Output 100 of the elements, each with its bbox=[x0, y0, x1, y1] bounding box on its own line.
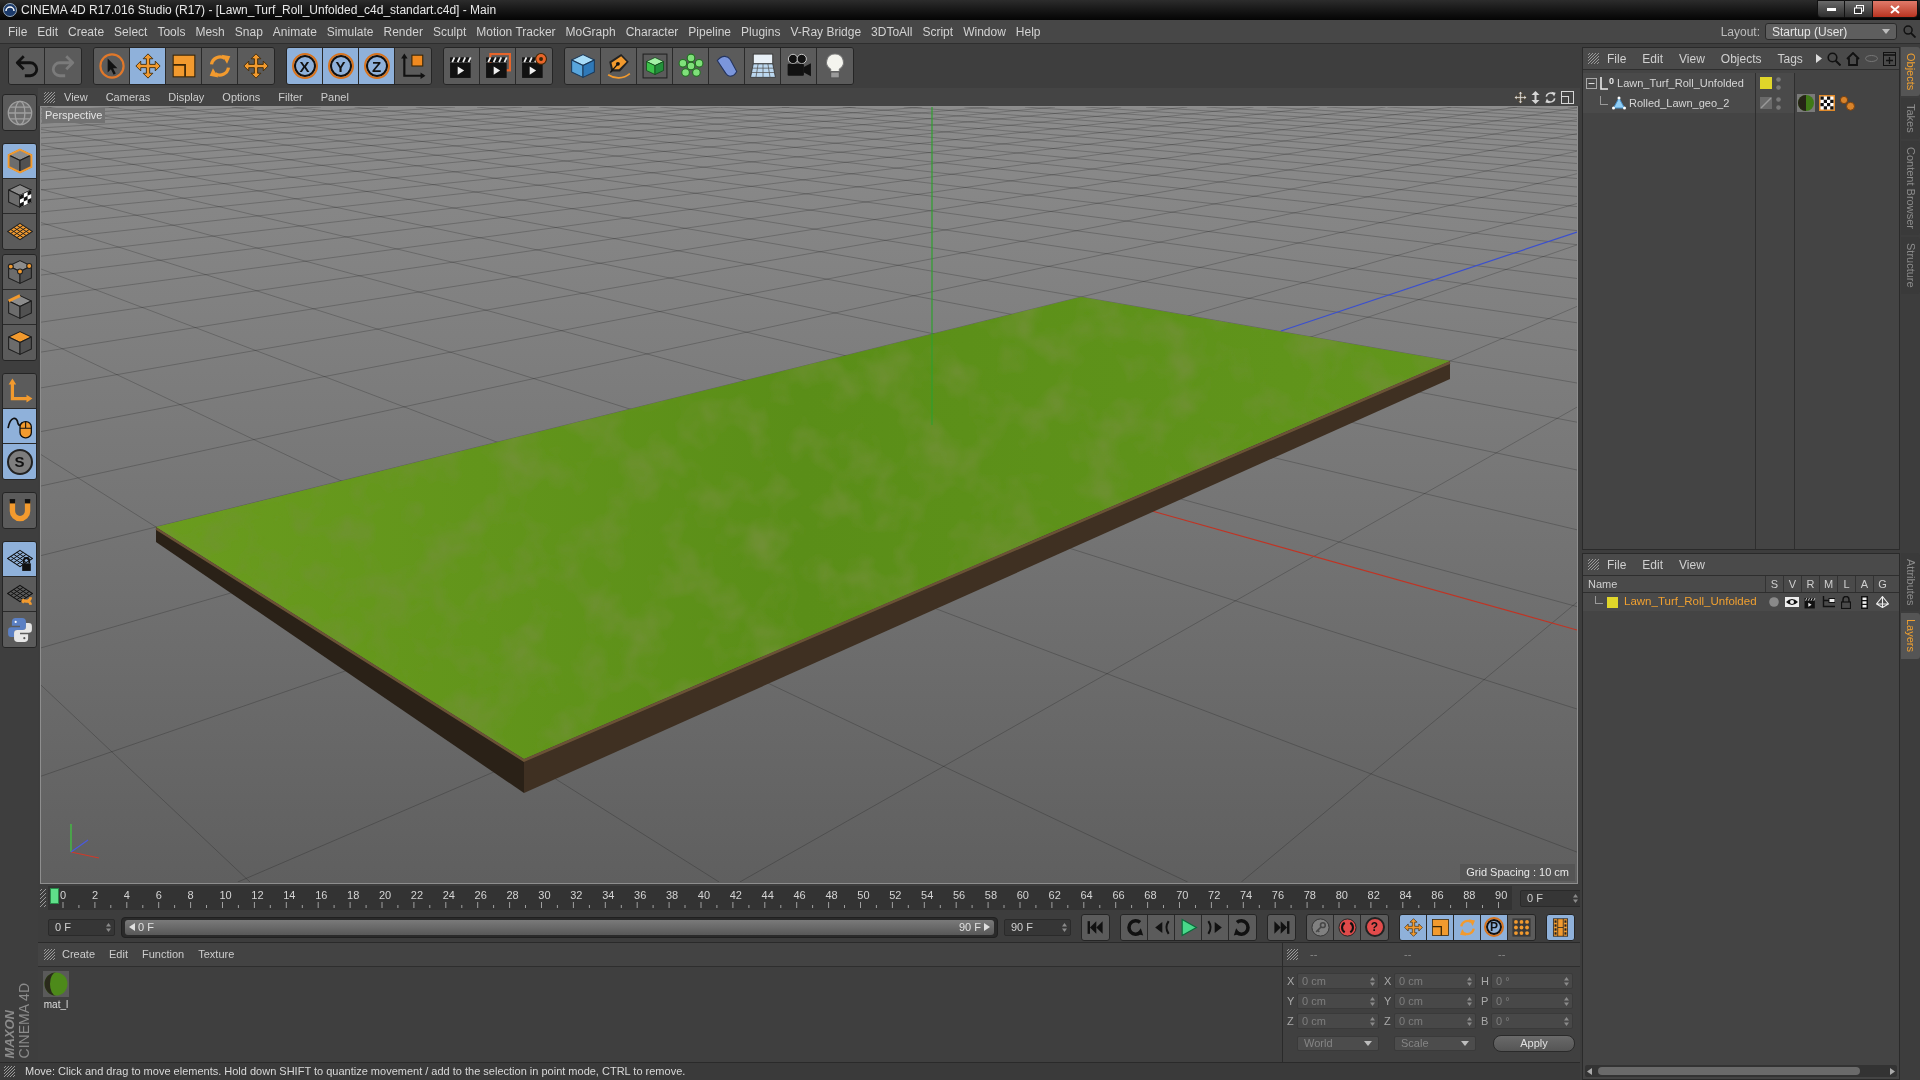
menu-item[interactable]: Character bbox=[620, 20, 684, 43]
menu-item[interactable]: Snap bbox=[229, 20, 268, 43]
menu-item[interactable]: Window bbox=[958, 20, 1011, 43]
live-select-button[interactable] bbox=[94, 48, 130, 84]
autokey-button[interactable] bbox=[1334, 914, 1361, 940]
menu-item[interactable]: File bbox=[3, 20, 33, 43]
snap-button[interactable]: S bbox=[3, 444, 36, 479]
rotate-button[interactable] bbox=[202, 48, 238, 84]
menu-item[interactable]: Edit bbox=[32, 20, 64, 43]
menu-item[interactable]: Function bbox=[135, 945, 192, 964]
menu-item[interactable]: File bbox=[1599, 48, 1635, 69]
light-button[interactable] bbox=[817, 48, 853, 84]
frame-field[interactable]: 0 F bbox=[1520, 889, 1582, 907]
restore-button[interactable] bbox=[1845, 0, 1872, 18]
menu-item[interactable]: Plugins bbox=[736, 20, 786, 43]
workplane-mode-button[interactable] bbox=[3, 214, 36, 249]
floor-button[interactable] bbox=[745, 48, 781, 84]
minimize-button[interactable] bbox=[1817, 0, 1845, 18]
pen-button[interactable] bbox=[601, 48, 637, 84]
cube-button[interactable] bbox=[565, 48, 601, 84]
move-button[interactable] bbox=[130, 48, 166, 84]
play-button[interactable] bbox=[1175, 914, 1202, 940]
render-settings-button[interactable] bbox=[516, 48, 552, 84]
menu-item[interactable]: Create bbox=[55, 945, 103, 964]
python-button[interactable] bbox=[3, 612, 36, 647]
menu-item[interactable]: Edit bbox=[1634, 48, 1672, 69]
menu-item[interactable]: Mesh bbox=[190, 20, 230, 43]
menu-item[interactable]: 3DToAll bbox=[866, 20, 918, 43]
menu-item[interactable]: Display bbox=[159, 88, 214, 106]
menu-item[interactable]: Create bbox=[63, 20, 110, 43]
scrollbar-thumb[interactable] bbox=[1598, 1067, 1860, 1075]
position-button[interactable] bbox=[1400, 914, 1427, 940]
menu-item[interactable]: Pipeline bbox=[683, 20, 737, 43]
menu-item[interactable]: Cameras bbox=[96, 88, 160, 106]
menu-item[interactable]: View bbox=[1671, 554, 1713, 575]
playhead-marker[interactable] bbox=[50, 888, 59, 904]
last-tool-button[interactable] bbox=[238, 48, 274, 84]
menu-item[interactable]: V-Ray Bridge bbox=[785, 20, 867, 43]
polygons-mode-button[interactable] bbox=[3, 325, 36, 360]
menu-item[interactable]: Filter bbox=[269, 88, 312, 106]
axis-button[interactable]: Y bbox=[323, 48, 359, 84]
object-name[interactable]: Lawn_Turf_Roll_Unfolded bbox=[1617, 77, 1744, 89]
render-view-button[interactable] bbox=[444, 48, 480, 84]
menu-item[interactable]: File bbox=[1599, 554, 1635, 575]
go-start-button[interactable] bbox=[1081, 913, 1110, 941]
frame-field[interactable]: 90 F bbox=[1004, 918, 1071, 936]
menu-item[interactable]: Objects bbox=[1712, 48, 1770, 69]
point-level-button[interactable] bbox=[1508, 914, 1535, 940]
points-mode-button[interactable] bbox=[3, 255, 36, 290]
prev-key-button[interactable] bbox=[1121, 914, 1148, 940]
menu-item[interactable]: Tools bbox=[152, 20, 191, 43]
menu-item[interactable]: Edit bbox=[102, 945, 135, 964]
menu-item[interactable]: Texture bbox=[191, 945, 242, 964]
render-picture-button[interactable] bbox=[480, 48, 516, 84]
layout-dropdown[interactable]: Startup (User) bbox=[1765, 23, 1897, 40]
parameter-button[interactable]: P bbox=[1481, 914, 1508, 940]
bend-button[interactable] bbox=[709, 48, 745, 84]
workplane-rotate-button[interactable] bbox=[3, 577, 36, 612]
axis-button[interactable]: Z bbox=[359, 48, 395, 84]
edges-mode-button[interactable] bbox=[3, 290, 36, 325]
axis-mode-button[interactable] bbox=[3, 374, 36, 409]
frame-field[interactable]: 0 F bbox=[48, 918, 115, 936]
make-editable-button[interactable] bbox=[2, 94, 37, 131]
scale-button[interactable] bbox=[1427, 914, 1454, 940]
menu-item[interactable]: Animate bbox=[267, 20, 322, 43]
menu-item[interactable]: Simulate bbox=[321, 20, 379, 43]
menu-item[interactable]: Help bbox=[1010, 20, 1046, 43]
menu-item[interactable]: MoGraph bbox=[560, 20, 621, 43]
menu-item[interactable]: Render bbox=[378, 20, 428, 43]
menu-item[interactable]: Select bbox=[109, 20, 153, 43]
locked-workplane-button[interactable] bbox=[3, 542, 36, 577]
menu-item[interactable]: View bbox=[1671, 48, 1713, 69]
scale-button[interactable] bbox=[166, 48, 202, 84]
texture-mode-button[interactable] bbox=[3, 179, 36, 214]
tweak-mode-button[interactable] bbox=[3, 409, 36, 444]
camera-button[interactable] bbox=[781, 48, 817, 84]
horizontal-scrollbar[interactable] bbox=[1585, 1065, 1897, 1077]
menu-item[interactable]: Edit bbox=[1634, 554, 1672, 575]
rotation-button[interactable] bbox=[1454, 914, 1481, 940]
model-mode-button[interactable] bbox=[3, 144, 36, 179]
magnet-button[interactable] bbox=[2, 492, 37, 529]
next-key-button[interactable] bbox=[1229, 914, 1256, 940]
menu-item[interactable]: View bbox=[55, 88, 97, 106]
cloner-button[interactable] bbox=[673, 48, 709, 84]
menu-item[interactable]: Script bbox=[917, 20, 959, 43]
subdivision-button[interactable] bbox=[637, 48, 673, 84]
layer-color-swatch[interactable] bbox=[1760, 77, 1772, 89]
axis-button[interactable]: X bbox=[287, 48, 323, 84]
layer-color-swatch[interactable] bbox=[1607, 596, 1618, 608]
close-button[interactable] bbox=[1872, 0, 1918, 18]
go-end-button[interactable] bbox=[1267, 913, 1296, 941]
undo-button[interactable] bbox=[9, 48, 45, 84]
panel-tab[interactable]: Layers bbox=[1901, 613, 1920, 659]
menu-item[interactable]: Sculpt bbox=[427, 20, 472, 43]
menu-item[interactable]: Tags bbox=[1769, 48, 1811, 69]
film-strip-button[interactable] bbox=[1546, 913, 1575, 941]
menu-item[interactable]: Motion Tracker bbox=[471, 20, 561, 43]
material-name[interactable]: mat_l bbox=[43, 1000, 69, 1010]
menu-item[interactable]: Panel bbox=[311, 88, 358, 106]
keyframe-selection-button[interactable]: ? bbox=[1361, 914, 1388, 940]
